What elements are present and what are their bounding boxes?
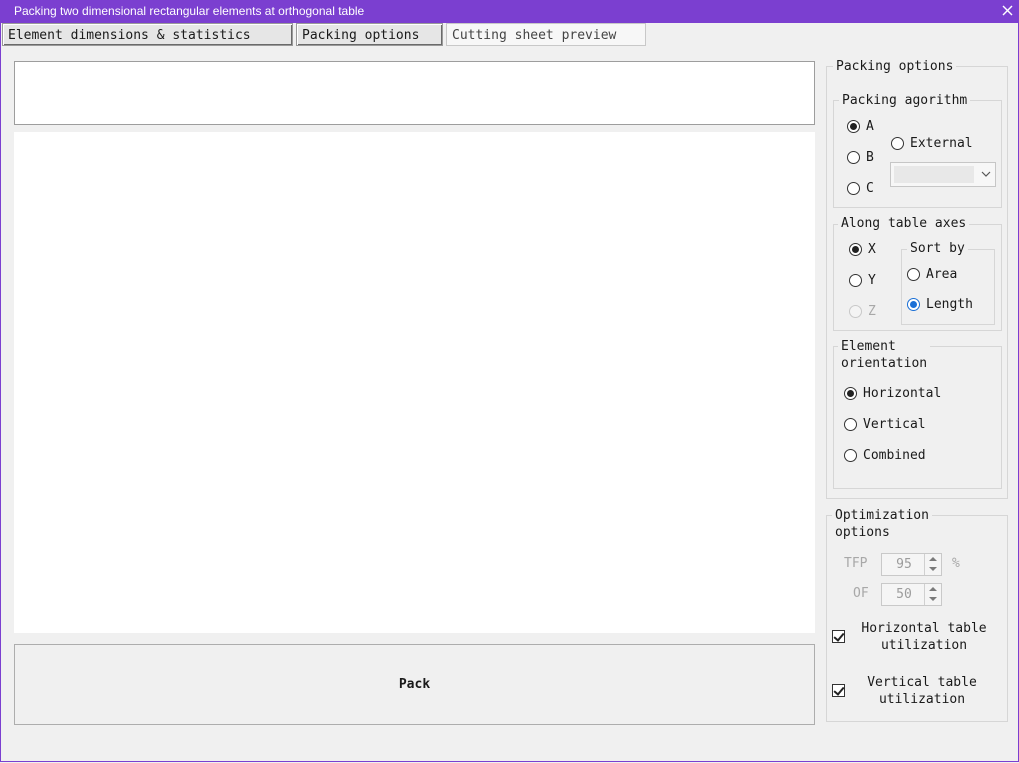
optimization-title-line1: Optimization xyxy=(835,508,929,523)
element-orientation-title-line2: orientation xyxy=(841,356,928,371)
of-label: OF xyxy=(853,586,869,601)
arrow-down-icon[interactable] xyxy=(929,597,937,601)
close-icon[interactable] xyxy=(995,0,1019,23)
of-stepper[interactable]: 50 xyxy=(881,583,942,606)
horizontal-utilization-line2: utilization xyxy=(880,638,968,653)
chevron-down-icon[interactable] xyxy=(981,168,991,184)
orientation-combined-radio[interactable] xyxy=(844,449,857,462)
packing-algorithm-title: Packing agorithm xyxy=(839,92,971,109)
axis-x-label: X xyxy=(868,242,876,257)
title-bar: Packing two dimensional rectangular elem… xyxy=(0,0,1019,23)
orientation-vertical-radio[interactable] xyxy=(844,418,857,431)
sort-area-radio[interactable] xyxy=(907,268,920,281)
vertical-utilization-label[interactable]: Vertical table utilization xyxy=(848,674,996,708)
info-textbox[interactable] xyxy=(14,61,815,125)
algorithm-c-label: C xyxy=(866,181,874,196)
axis-y-radio[interactable] xyxy=(849,274,862,287)
table-axes-title: Along table axes xyxy=(838,215,970,232)
tab-packing-options[interactable]: Packing options xyxy=(296,23,443,46)
vertical-utilization-checkbox[interactable] xyxy=(832,684,845,697)
algorithm-b-radio[interactable] xyxy=(847,151,860,164)
tfp-unit: % xyxy=(952,556,960,571)
axis-z-label: Z xyxy=(868,304,876,319)
tfp-value: 95 xyxy=(896,557,912,572)
of-stepper-arrows[interactable] xyxy=(924,584,941,605)
sort-by-group xyxy=(901,249,995,325)
optimization-title-line2: options xyxy=(835,525,890,540)
sort-by-title: Sort by xyxy=(907,240,968,257)
arrow-up-icon[interactable] xyxy=(929,557,937,561)
tfp-label: TFP xyxy=(844,556,868,571)
tfp-stepper-arrows[interactable] xyxy=(924,554,941,575)
optimization-options-title: Optimization options xyxy=(832,507,932,541)
tab-element-dimensions[interactable]: Element dimensions & statistics xyxy=(2,23,293,46)
vertical-utilization-line1: Vertical table xyxy=(867,675,977,690)
pack-button[interactable]: Pack xyxy=(14,644,815,725)
element-orientation-title-line1: Element xyxy=(841,339,896,354)
of-value: 50 xyxy=(896,587,912,602)
sort-length-radio[interactable] xyxy=(907,298,920,311)
axis-x-radio[interactable] xyxy=(849,243,862,256)
element-orientation-title: Element orientation xyxy=(838,338,931,372)
orientation-horizontal-radio[interactable] xyxy=(844,387,857,400)
algorithm-external-radio[interactable] xyxy=(891,137,904,150)
arrow-down-icon[interactable] xyxy=(929,567,937,571)
window-title: Packing two dimensional rectangular elem… xyxy=(14,4,365,18)
sort-length-label: Length xyxy=(926,297,973,312)
tfp-stepper[interactable]: 95 xyxy=(881,553,942,576)
axis-z-radio[interactable] xyxy=(849,305,862,318)
axis-y-label: Y xyxy=(868,273,876,288)
orientation-combined-label: Combined xyxy=(863,448,926,463)
horizontal-utilization-line1: Horizontal table xyxy=(861,621,987,636)
cutting-sheet-canvas[interactable] xyxy=(14,132,815,633)
horizontal-utilization-label[interactable]: Horizontal table utilization xyxy=(850,620,998,654)
orientation-horizontal-label: Horizontal xyxy=(863,386,942,401)
vertical-utilization-line2: utilization xyxy=(878,692,966,707)
algorithm-external-label: External xyxy=(910,136,973,151)
tab-cutting-sheet-preview[interactable]: Cutting sheet preview xyxy=(446,23,646,46)
algorithm-a-radio[interactable] xyxy=(847,120,860,133)
external-algorithm-select[interactable] xyxy=(890,162,996,187)
algorithm-c-radio[interactable] xyxy=(847,182,860,195)
sort-area-label: Area xyxy=(926,267,958,282)
orientation-vertical-label: Vertical xyxy=(863,417,926,432)
external-algorithm-value xyxy=(894,166,974,183)
packing-options-title: Packing options xyxy=(833,58,957,75)
horizontal-utilization-checkbox[interactable] xyxy=(832,630,845,643)
algorithm-a-label: A xyxy=(866,119,874,134)
algorithm-b-label: B xyxy=(866,150,874,165)
arrow-up-icon[interactable] xyxy=(929,587,937,591)
pack-button-label: Pack xyxy=(398,677,431,692)
